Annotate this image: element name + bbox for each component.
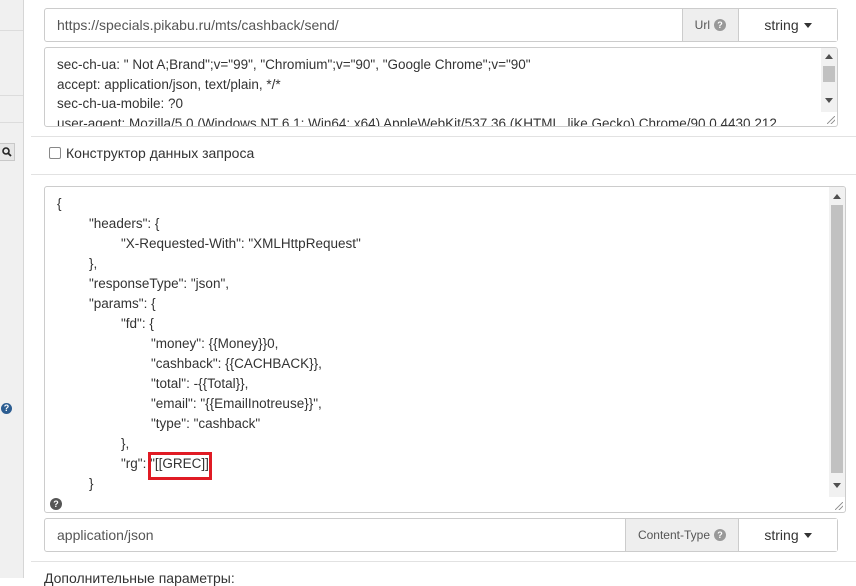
json-line: "params": { (89, 296, 156, 311)
url-input[interactable]: https://specials.pikabu.ru/mts/cashback/… (45, 9, 682, 41)
json-line: "money": {{Money}}0, (151, 336, 279, 351)
json-line: "email": "{{EmailInotreuse}}", (151, 396, 322, 411)
content-type-type-dropdown[interactable]: string (738, 519, 837, 551)
scroll-up-arrow-icon[interactable] (825, 54, 833, 59)
divider (31, 136, 856, 137)
url-addon: Url ? (681, 9, 738, 41)
scrollbar-thumb[interactable] (823, 66, 835, 82)
headers-scrollbar[interactable] (821, 48, 837, 112)
headers-text: sec-ch-ua: " Not A;Brand";v="99", "Chrom… (57, 55, 815, 127)
resize-handle-icon[interactable] (835, 502, 843, 510)
constructor-checkbox-label: Конструктор данных запроса (66, 145, 255, 161)
scroll-down-arrow-icon[interactable] (833, 483, 841, 488)
resize-handle-icon[interactable] (827, 116, 835, 124)
url-input-group: https://specials.pikabu.ru/mts/cashback/… (44, 8, 838, 42)
question-icon[interactable]: ? (714, 529, 726, 541)
divider (31, 174, 856, 175)
content-type-addon: Content-Type ? (624, 519, 738, 551)
json-line: "total": -{{Total}}, (151, 376, 249, 391)
content-type-addon-label: Content-Type (637, 528, 710, 542)
header-line: accept: application/json, text/plain, */… (57, 76, 281, 92)
content-type-type-label: string (764, 527, 799, 543)
json-line: } (89, 476, 94, 491)
url-type-label: string (764, 17, 799, 33)
json-line: "fd": { (121, 316, 154, 331)
json-line: "X-Requested-With": "XMLHttpRequest" (121, 236, 361, 251)
extra-params-label: Дополнительные параметры: (44, 570, 235, 586)
header-line: sec-ch-ua: " Not A;Brand";v="99", "Chrom… (57, 57, 531, 72)
request-body-textarea[interactable]: { "headers": { "X-Requested-With": "XMLH… (44, 186, 846, 513)
body-scrollbar[interactable] (829, 187, 845, 497)
scrollbar-thumb[interactable] (831, 205, 843, 473)
question-icon[interactable]: ? (0, 401, 13, 415)
json-line: "type": "cashback" (151, 416, 261, 431)
highlight-annotation-box (148, 452, 212, 480)
json-line: }, (89, 256, 98, 271)
header-line: user-agent: Mozilla/5.0 (Windows NT 6.1;… (57, 115, 777, 127)
divider (0, 122, 23, 123)
json-line: "headers": { (89, 216, 160, 231)
constructor-checkbox-row[interactable]: Конструктор данных запроса (49, 145, 254, 161)
headers-textarea[interactable]: sec-ch-ua: " Not A;Brand";v="99", "Chrom… (44, 47, 838, 127)
divider (0, 30, 23, 31)
url-addon-label: Url (694, 18, 710, 32)
url-type-dropdown[interactable]: string (738, 9, 837, 41)
question-icon[interactable]: ? (714, 19, 726, 31)
question-icon[interactable]: ? (50, 498, 62, 510)
caret-down-icon (803, 22, 812, 28)
json-line: }, (121, 436, 130, 451)
json-line: { (57, 196, 62, 211)
caret-down-icon (803, 532, 812, 538)
scroll-down-arrow-icon[interactable] (825, 98, 833, 103)
left-sidebar-panel (0, 0, 24, 578)
content-type-input-group: application/json Content-Type ? string (44, 518, 838, 552)
header-line: sec-ch-ua-mobile: ?0 (57, 96, 184, 111)
json-line: "cashback": {{CACHBACK}}, (151, 356, 322, 371)
scroll-up-arrow-icon[interactable] (833, 194, 841, 199)
content-type-input[interactable]: application/json (45, 519, 625, 551)
divider (31, 561, 856, 562)
json-line: "responseType": "json", (89, 276, 229, 291)
constructor-checkbox[interactable] (49, 147, 61, 159)
divider (0, 95, 23, 96)
search-icon[interactable] (0, 143, 15, 161)
